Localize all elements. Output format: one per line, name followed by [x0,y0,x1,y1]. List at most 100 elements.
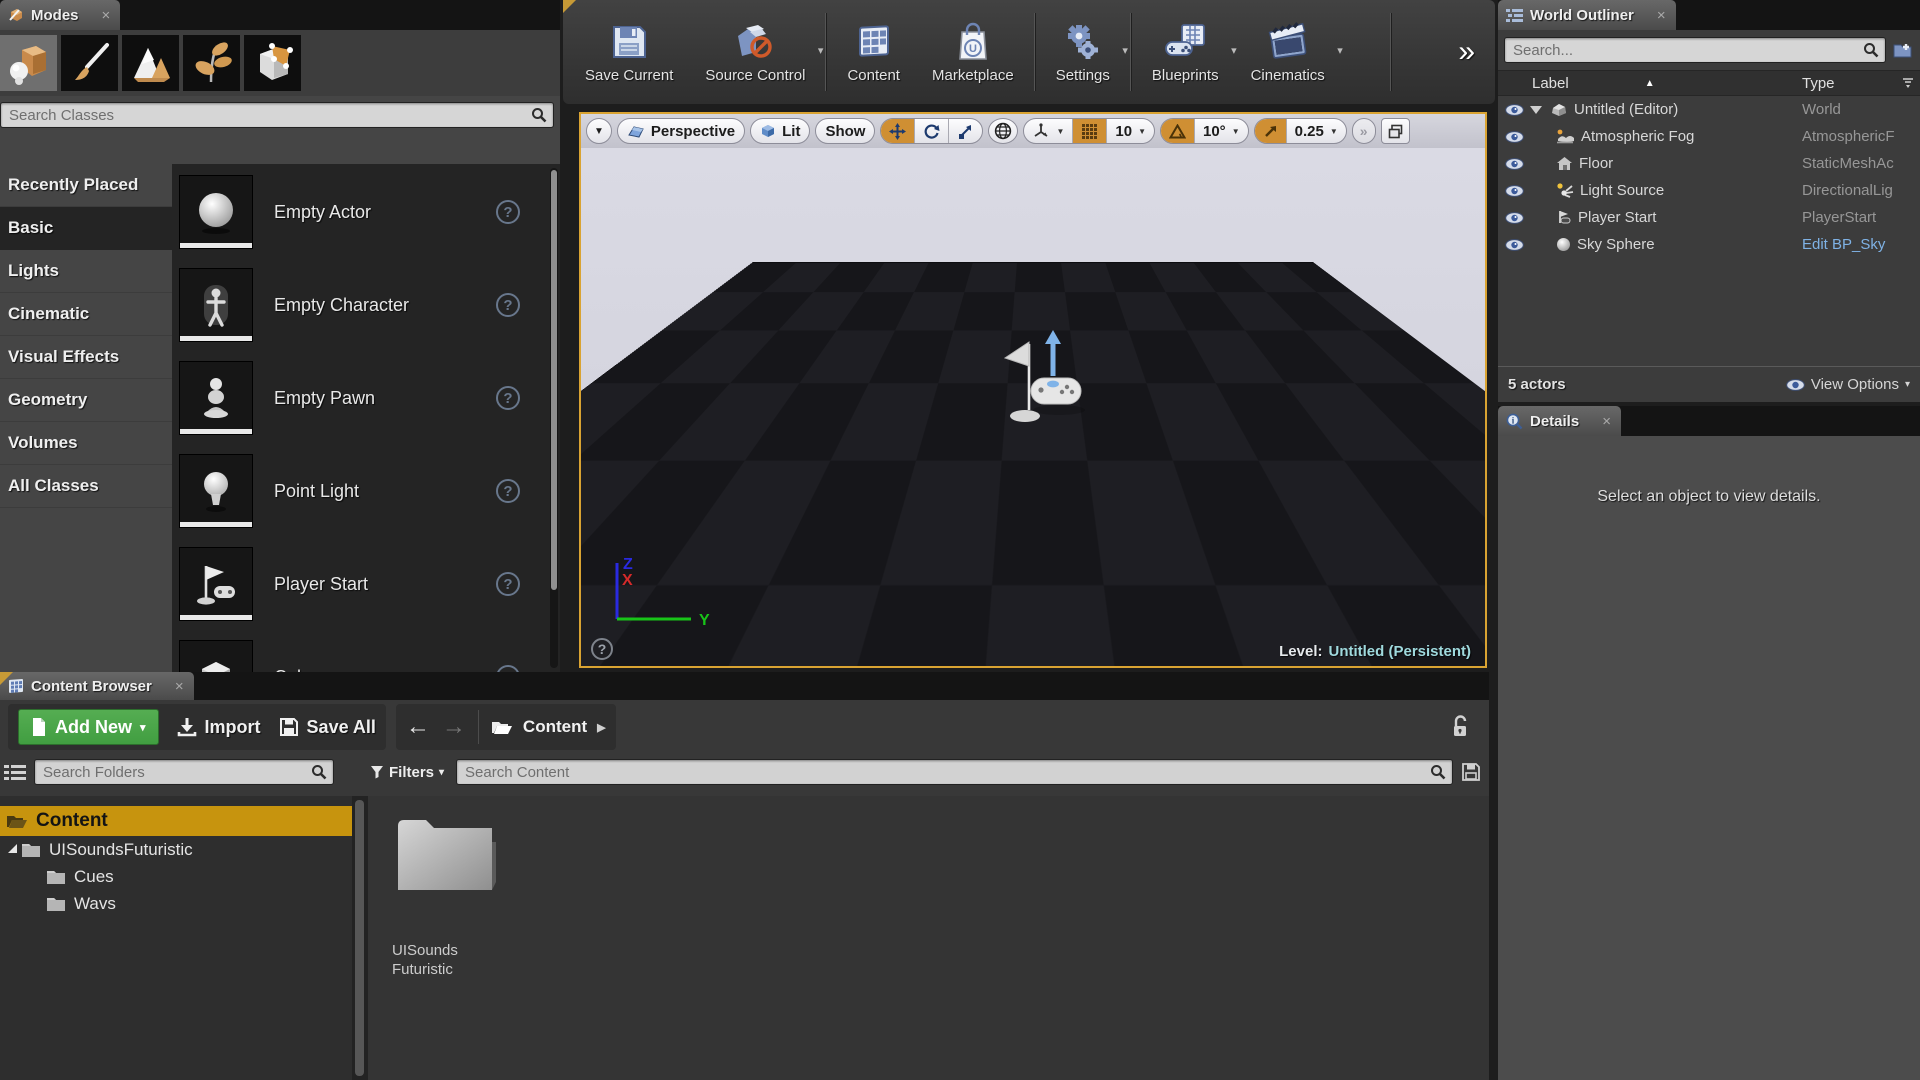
list-item-empty-character[interactable]: Empty Character ? [180,267,560,343]
chevron-down-icon[interactable]: ▾ [1337,44,1343,57]
new-folder-icon[interactable] [1892,41,1914,59]
tab-details[interactable]: i Details × [1498,406,1621,436]
add-new-button[interactable]: Add New ▾ [18,709,159,745]
category-basic[interactable]: Basic [0,207,172,250]
level-value[interactable]: Untitled (Persistent) [1328,643,1471,660]
help-circle-icon[interactable]: ? [496,665,520,672]
visibility-eye-icon[interactable] [1498,158,1530,170]
visibility-eye-icon[interactable] [1498,104,1530,116]
mode-geometry-button[interactable] [244,35,301,91]
source-control-button[interactable]: Source Control ▾ [689,6,821,98]
import-button[interactable]: Import [177,717,261,738]
tab-world-outliner[interactable]: World Outliner × [1498,0,1676,30]
scale-snap-toggle-button[interactable] [1255,119,1287,143]
search-content-input[interactable] [457,764,1452,781]
save-current-button[interactable]: Save Current [569,6,689,98]
grid-snap-value-button[interactable]: 10 ▼ [1107,119,1154,143]
rotate-tool-button[interactable] [915,119,949,143]
list-item-empty-actor[interactable]: Empty Actor ? [180,174,560,250]
outliner-search-input[interactable] [1505,42,1885,59]
forward-arrow-button[interactable]: → [442,713,466,741]
asset-grid[interactable]: UISounds Futuristic [368,796,1489,1080]
settings-button[interactable]: Settings ▾ [1040,6,1126,98]
pane-splitter[interactable] [352,796,368,1080]
save-search-icon[interactable] [1461,762,1481,782]
tab-content-browser[interactable]: Content Browser × [0,672,194,700]
blueprints-button[interactable]: Blueprints ▾ [1136,6,1235,98]
back-arrow-button[interactable]: ← [406,713,430,741]
lit-button[interactable]: Lit [750,118,810,144]
maximize-viewport-button[interactable] [1381,118,1410,144]
expander-arrow-icon[interactable] [1530,106,1542,114]
outliner-tab-close-icon[interactable]: × [1657,7,1666,24]
help-circle-icon[interactable]: ? [496,572,520,596]
player-start-actor[interactable] [1001,324,1091,441]
mode-landscape-button[interactable] [122,35,179,91]
save-all-button[interactable]: Save All [279,717,376,738]
chevron-down-icon[interactable]: ▾ [1122,44,1128,57]
category-cinematic[interactable]: Cinematic [0,293,172,336]
expanded-arrow-icon[interactable] [8,844,17,853]
visibility-eye-icon[interactable] [1498,212,1530,224]
tab-modes[interactable]: Modes × [0,0,120,30]
help-circle-icon[interactable]: ? [496,293,520,317]
rotation-snap-value-button[interactable]: 10° ▼ [1195,119,1248,143]
breadcrumb-arrow-icon[interactable]: ▶ [597,721,605,734]
filters-button[interactable]: Filters ▾ [366,764,448,781]
tree-item-cues[interactable]: Cues [0,863,352,890]
column-header-label[interactable]: Label ▲ [1498,75,1802,92]
camera-speed-overflow-chevron[interactable]: » [1352,118,1376,144]
outliner-row-atmospheric-fog[interactable]: Atmospheric Fog AtmosphericF [1498,123,1920,150]
visibility-eye-icon[interactable] [1498,239,1530,251]
category-visual-effects[interactable]: Visual Effects [0,336,172,379]
show-button[interactable]: Show [815,118,875,144]
help-circle-icon[interactable]: ? [496,200,520,224]
outliner-row-player-start[interactable]: Player Start PlayerStart [1498,204,1920,231]
scale-snap-value-button[interactable]: 0.25 ▼ [1287,119,1346,143]
category-volumes[interactable]: Volumes [0,422,172,465]
breadcrumb-root[interactable]: Content [523,717,587,737]
category-recently-placed[interactable]: Recently Placed [0,164,172,207]
rotation-snap-toggle-button[interactable] [1161,119,1195,143]
scale-tool-button[interactable] [949,119,982,143]
search-folders-input[interactable] [35,764,333,781]
modes-tab-close-icon[interactable]: × [102,7,111,24]
tree-item-content[interactable]: Content [0,806,352,836]
mode-paint-button[interactable] [61,35,118,91]
tree-item-uisoundsfuturistic[interactable]: UISoundsFuturistic [0,836,352,863]
view-options-button[interactable]: View Options ▾ [1786,376,1910,393]
help-circle-icon[interactable]: ? [496,386,520,410]
edit-blueprint-link[interactable]: Edit BP_Sky [1802,236,1885,253]
level-viewport[interactable]: ▼ Perspective Lit Show [579,112,1487,668]
viewport-help-icon[interactable]: ? [591,638,613,660]
move-tool-button[interactable] [881,119,915,143]
list-item-player-start[interactable]: Player Start ? [180,546,560,622]
column-header-type[interactable]: Type [1802,75,1920,92]
help-circle-icon[interactable]: ? [496,479,520,503]
search-classes-input[interactable] [1,107,553,124]
list-item-cube[interactable]: Cube ? [180,639,560,672]
category-geometry[interactable]: Geometry [0,379,172,422]
cinematics-button[interactable]: Cinematics ▾ [1235,6,1341,98]
asset-folder-uisoundsfuturistic[interactable]: UISounds Futuristic [392,812,512,979]
category-lights[interactable]: Lights [0,250,172,293]
world-local-toggle-button[interactable] [988,118,1018,144]
details-tab-close-icon[interactable]: × [1602,413,1611,430]
visibility-eye-icon[interactable] [1498,131,1530,143]
surface-snap-button[interactable]: ▼ [1024,119,1073,143]
viewport-scene[interactable]: Z X Y ? Level:Untitled (Persistent) [581,148,1485,666]
visibility-eye-icon[interactable] [1498,185,1530,197]
category-all-classes[interactable]: All Classes [0,465,172,508]
mode-foliage-button[interactable] [183,35,240,91]
mode-place-button[interactable] [0,35,57,91]
content-browser-tab-close-icon[interactable]: × [175,678,184,695]
lock-icon[interactable] [1451,715,1469,739]
tree-item-wavs[interactable]: Wavs [0,890,352,917]
perspective-button[interactable]: Perspective [617,118,745,144]
toolbar-overflow-chevron[interactable]: » [1444,35,1489,69]
outliner-row-untitled[interactable]: Untitled (Editor) World [1498,96,1920,123]
outliner-row-floor[interactable]: Floor StaticMeshAc [1498,150,1920,177]
chevron-down-icon[interactable]: ▾ [818,44,824,57]
content-button[interactable]: Content [831,6,916,98]
sources-panel-toggle-icon[interactable] [4,763,26,781]
